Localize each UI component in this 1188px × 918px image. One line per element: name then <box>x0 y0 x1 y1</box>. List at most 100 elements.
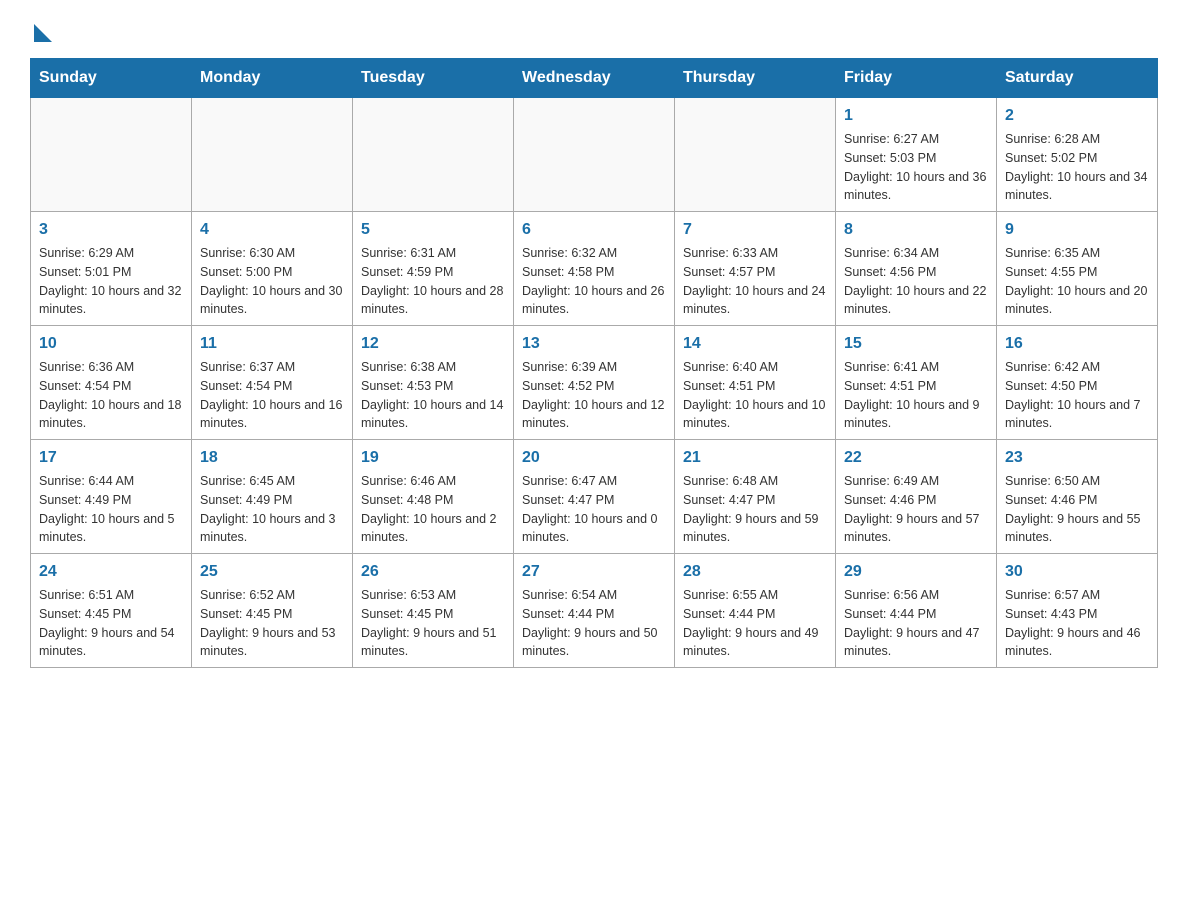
calendar-cell <box>675 98 836 212</box>
calendar-cell: 13Sunrise: 6:39 AMSunset: 4:52 PMDayligh… <box>514 326 675 440</box>
calendar-cell: 27Sunrise: 6:54 AMSunset: 4:44 PMDayligh… <box>514 554 675 668</box>
weekday-header-monday: Monday <box>192 59 353 98</box>
day-info: Sunrise: 6:41 AMSunset: 4:51 PMDaylight:… <box>844 358 988 433</box>
weekday-header-sunday: Sunday <box>31 59 192 98</box>
calendar-cell: 1Sunrise: 6:27 AMSunset: 5:03 PMDaylight… <box>836 98 997 212</box>
day-number: 20 <box>522 446 666 470</box>
calendar-cell: 30Sunrise: 6:57 AMSunset: 4:43 PMDayligh… <box>997 554 1158 668</box>
calendar-cell: 11Sunrise: 6:37 AMSunset: 4:54 PMDayligh… <box>192 326 353 440</box>
weekday-header-wednesday: Wednesday <box>514 59 675 98</box>
day-info: Sunrise: 6:52 AMSunset: 4:45 PMDaylight:… <box>200 586 344 661</box>
day-number: 8 <box>844 218 988 242</box>
day-info: Sunrise: 6:48 AMSunset: 4:47 PMDaylight:… <box>683 472 827 547</box>
day-number: 23 <box>1005 446 1149 470</box>
day-number: 18 <box>200 446 344 470</box>
day-info: Sunrise: 6:35 AMSunset: 4:55 PMDaylight:… <box>1005 244 1149 319</box>
day-info: Sunrise: 6:55 AMSunset: 4:44 PMDaylight:… <box>683 586 827 661</box>
day-info: Sunrise: 6:54 AMSunset: 4:44 PMDaylight:… <box>522 586 666 661</box>
week-row-3: 10Sunrise: 6:36 AMSunset: 4:54 PMDayligh… <box>31 326 1158 440</box>
logo-arrow-icon <box>34 24 52 42</box>
day-number: 14 <box>683 332 827 356</box>
calendar-cell: 7Sunrise: 6:33 AMSunset: 4:57 PMDaylight… <box>675 212 836 326</box>
day-number: 16 <box>1005 332 1149 356</box>
weekday-header-friday: Friday <box>836 59 997 98</box>
calendar-cell: 4Sunrise: 6:30 AMSunset: 5:00 PMDaylight… <box>192 212 353 326</box>
day-info: Sunrise: 6:53 AMSunset: 4:45 PMDaylight:… <box>361 586 505 661</box>
day-number: 30 <box>1005 560 1149 584</box>
day-info: Sunrise: 6:28 AMSunset: 5:02 PMDaylight:… <box>1005 130 1149 205</box>
day-info: Sunrise: 6:49 AMSunset: 4:46 PMDaylight:… <box>844 472 988 547</box>
day-info: Sunrise: 6:44 AMSunset: 4:49 PMDaylight:… <box>39 472 183 547</box>
calendar-cell: 17Sunrise: 6:44 AMSunset: 4:49 PMDayligh… <box>31 440 192 554</box>
day-number: 5 <box>361 218 505 242</box>
calendar-cell: 23Sunrise: 6:50 AMSunset: 4:46 PMDayligh… <box>997 440 1158 554</box>
calendar-cell: 28Sunrise: 6:55 AMSunset: 4:44 PMDayligh… <box>675 554 836 668</box>
day-info: Sunrise: 6:51 AMSunset: 4:45 PMDaylight:… <box>39 586 183 661</box>
calendar-cell: 24Sunrise: 6:51 AMSunset: 4:45 PMDayligh… <box>31 554 192 668</box>
calendar-cell <box>353 98 514 212</box>
calendar-cell: 18Sunrise: 6:45 AMSunset: 4:49 PMDayligh… <box>192 440 353 554</box>
day-info: Sunrise: 6:39 AMSunset: 4:52 PMDaylight:… <box>522 358 666 433</box>
day-info: Sunrise: 6:45 AMSunset: 4:49 PMDaylight:… <box>200 472 344 547</box>
day-info: Sunrise: 6:46 AMSunset: 4:48 PMDaylight:… <box>361 472 505 547</box>
day-info: Sunrise: 6:40 AMSunset: 4:51 PMDaylight:… <box>683 358 827 433</box>
day-number: 25 <box>200 560 344 584</box>
day-number: 11 <box>200 332 344 356</box>
logo <box>30 20 52 38</box>
calendar-cell: 20Sunrise: 6:47 AMSunset: 4:47 PMDayligh… <box>514 440 675 554</box>
day-info: Sunrise: 6:37 AMSunset: 4:54 PMDaylight:… <box>200 358 344 433</box>
day-number: 12 <box>361 332 505 356</box>
calendar-cell: 9Sunrise: 6:35 AMSunset: 4:55 PMDaylight… <box>997 212 1158 326</box>
calendar-cell: 25Sunrise: 6:52 AMSunset: 4:45 PMDayligh… <box>192 554 353 668</box>
header <box>30 20 1158 38</box>
day-number: 28 <box>683 560 827 584</box>
day-info: Sunrise: 6:33 AMSunset: 4:57 PMDaylight:… <box>683 244 827 319</box>
day-info: Sunrise: 6:30 AMSunset: 5:00 PMDaylight:… <box>200 244 344 319</box>
calendar-cell: 29Sunrise: 6:56 AMSunset: 4:44 PMDayligh… <box>836 554 997 668</box>
day-info: Sunrise: 6:32 AMSunset: 4:58 PMDaylight:… <box>522 244 666 319</box>
day-info: Sunrise: 6:36 AMSunset: 4:54 PMDaylight:… <box>39 358 183 433</box>
day-number: 4 <box>200 218 344 242</box>
day-number: 13 <box>522 332 666 356</box>
calendar-table: SundayMondayTuesdayWednesdayThursdayFrid… <box>30 58 1158 668</box>
calendar-cell: 21Sunrise: 6:48 AMSunset: 4:47 PMDayligh… <box>675 440 836 554</box>
day-info: Sunrise: 6:50 AMSunset: 4:46 PMDaylight:… <box>1005 472 1149 547</box>
day-number: 21 <box>683 446 827 470</box>
calendar-cell: 12Sunrise: 6:38 AMSunset: 4:53 PMDayligh… <box>353 326 514 440</box>
day-info: Sunrise: 6:56 AMSunset: 4:44 PMDaylight:… <box>844 586 988 661</box>
day-info: Sunrise: 6:29 AMSunset: 5:01 PMDaylight:… <box>39 244 183 319</box>
day-number: 2 <box>1005 104 1149 128</box>
calendar-cell: 6Sunrise: 6:32 AMSunset: 4:58 PMDaylight… <box>514 212 675 326</box>
day-info: Sunrise: 6:57 AMSunset: 4:43 PMDaylight:… <box>1005 586 1149 661</box>
day-number: 6 <box>522 218 666 242</box>
day-number: 9 <box>1005 218 1149 242</box>
calendar-cell: 19Sunrise: 6:46 AMSunset: 4:48 PMDayligh… <box>353 440 514 554</box>
day-number: 7 <box>683 218 827 242</box>
calendar-cell: 5Sunrise: 6:31 AMSunset: 4:59 PMDaylight… <box>353 212 514 326</box>
day-number: 24 <box>39 560 183 584</box>
calendar-cell <box>31 98 192 212</box>
weekday-header-tuesday: Tuesday <box>353 59 514 98</box>
weekday-header-row: SundayMondayTuesdayWednesdayThursdayFrid… <box>31 59 1158 98</box>
calendar-cell: 8Sunrise: 6:34 AMSunset: 4:56 PMDaylight… <box>836 212 997 326</box>
calendar-cell: 22Sunrise: 6:49 AMSunset: 4:46 PMDayligh… <box>836 440 997 554</box>
calendar-cell: 16Sunrise: 6:42 AMSunset: 4:50 PMDayligh… <box>997 326 1158 440</box>
day-number: 15 <box>844 332 988 356</box>
calendar-cell: 15Sunrise: 6:41 AMSunset: 4:51 PMDayligh… <box>836 326 997 440</box>
day-info: Sunrise: 6:42 AMSunset: 4:50 PMDaylight:… <box>1005 358 1149 433</box>
calendar-cell <box>514 98 675 212</box>
day-number: 22 <box>844 446 988 470</box>
day-number: 3 <box>39 218 183 242</box>
day-number: 29 <box>844 560 988 584</box>
week-row-1: 1Sunrise: 6:27 AMSunset: 5:03 PMDaylight… <box>31 98 1158 212</box>
day-number: 17 <box>39 446 183 470</box>
day-info: Sunrise: 6:34 AMSunset: 4:56 PMDaylight:… <box>844 244 988 319</box>
week-row-2: 3Sunrise: 6:29 AMSunset: 5:01 PMDaylight… <box>31 212 1158 326</box>
calendar-cell: 26Sunrise: 6:53 AMSunset: 4:45 PMDayligh… <box>353 554 514 668</box>
day-number: 10 <box>39 332 183 356</box>
calendar-cell: 14Sunrise: 6:40 AMSunset: 4:51 PMDayligh… <box>675 326 836 440</box>
day-info: Sunrise: 6:47 AMSunset: 4:47 PMDaylight:… <box>522 472 666 547</box>
week-row-5: 24Sunrise: 6:51 AMSunset: 4:45 PMDayligh… <box>31 554 1158 668</box>
calendar-cell: 3Sunrise: 6:29 AMSunset: 5:01 PMDaylight… <box>31 212 192 326</box>
day-number: 27 <box>522 560 666 584</box>
